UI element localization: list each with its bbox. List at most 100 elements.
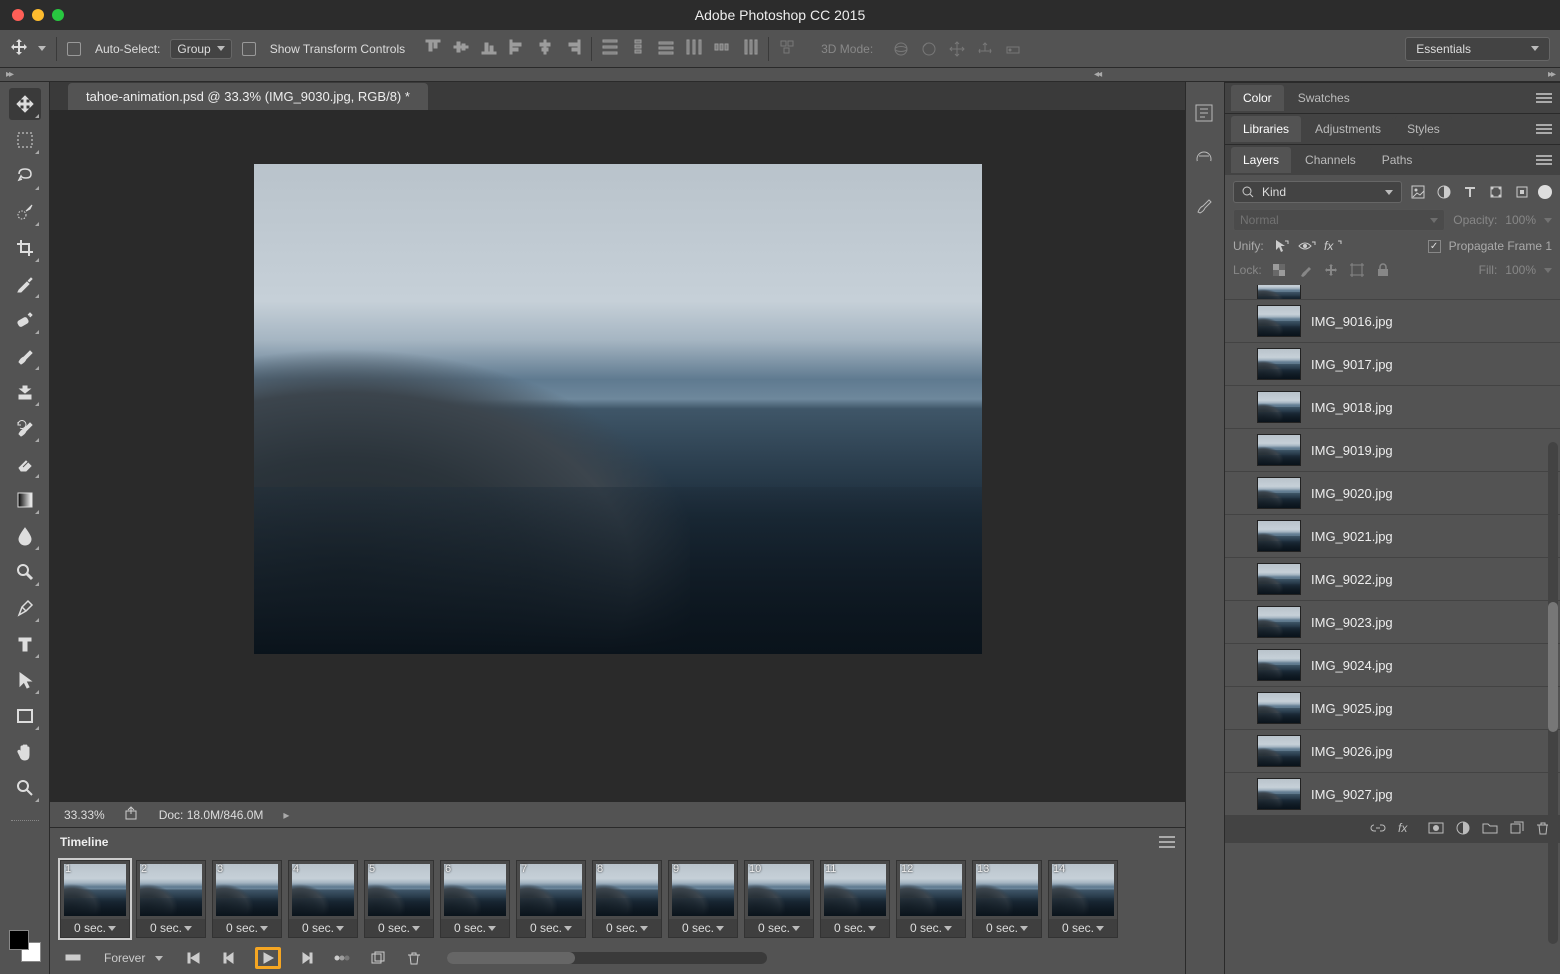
layer-row[interactable]: IMG_9024.jpg [1225, 644, 1560, 686]
animation-frame[interactable]: 2 0 sec. [136, 860, 206, 938]
link-layers-icon[interactable] [1370, 821, 1386, 838]
visibility-toggle[interactable] [1231, 399, 1247, 415]
lock-artboard-icon[interactable] [1348, 261, 1366, 279]
fill-value[interactable]: 100% [1505, 263, 1536, 277]
clone-stamp-tool[interactable] [9, 376, 41, 408]
align-bottom-icon[interactable] [479, 37, 499, 57]
lasso-tool[interactable] [9, 160, 41, 192]
collapse-arrow-right-icon[interactable]: ▸▸ [1542, 69, 1560, 80]
3d-slide-icon[interactable] [975, 39, 995, 59]
unify-style-icon[interactable]: fx [1324, 237, 1342, 255]
frame-delay[interactable]: 0 sec. [897, 919, 965, 937]
layer-name[interactable]: IMG_9027.jpg [1311, 787, 1393, 802]
layer-row[interactable]: IMG_9025.jpg [1225, 687, 1560, 729]
layer-filter-dropdown[interactable]: Kind [1233, 181, 1402, 203]
document-info[interactable]: Doc: 18.0M/846.0M [159, 808, 264, 822]
animation-frame[interactable]: 12 0 sec. [896, 860, 966, 938]
gradient-tool[interactable] [9, 484, 41, 516]
auto-select-target-dropdown[interactable]: Group [170, 39, 231, 59]
visibility-toggle[interactable] [1231, 571, 1247, 587]
play-button[interactable] [255, 947, 281, 969]
filter-pixel-icon[interactable] [1408, 182, 1428, 202]
align-top-icon[interactable] [423, 37, 443, 57]
frame-delay[interactable]: 0 sec. [441, 919, 509, 937]
animation-frame[interactable]: 7 0 sec. [516, 860, 586, 938]
frame-delay[interactable]: 0 sec. [213, 919, 281, 937]
frame-delay[interactable]: 0 sec. [365, 919, 433, 937]
auto-align-icon[interactable] [777, 37, 797, 57]
layer-name[interactable]: IMG_9025.jpg [1311, 701, 1393, 716]
panel-menu-icon[interactable] [1536, 124, 1552, 134]
eraser-tool[interactable] [9, 448, 41, 480]
unify-position-icon[interactable] [1272, 237, 1290, 255]
3d-scale-icon[interactable] [1003, 39, 1023, 59]
auto-select-checkbox[interactable] [67, 42, 81, 56]
tween-button[interactable] [331, 947, 353, 969]
timeline-scrollbar[interactable] [447, 952, 767, 964]
frame-delay[interactable]: 0 sec. [593, 919, 661, 937]
panel-menu-icon[interactable] [1536, 155, 1552, 165]
delete-frame-button[interactable] [403, 947, 425, 969]
frame-delay[interactable]: 0 sec. [973, 919, 1041, 937]
layer-row[interactable]: IMG_9019.jpg [1225, 429, 1560, 471]
layer-style-icon[interactable]: fx [1398, 821, 1416, 838]
animation-frame[interactable]: 3 0 sec. [212, 860, 282, 938]
type-tool[interactable] [9, 628, 41, 660]
collapse-arrow-mid-icon[interactable]: ◂◂ [1088, 69, 1106, 80]
status-flyout-icon[interactable]: ▸ [283, 808, 289, 822]
first-frame-button[interactable] [183, 947, 205, 969]
document-tab[interactable]: tahoe-animation.psd @ 33.3% (IMG_9030.jp… [68, 83, 428, 110]
blur-tool[interactable] [9, 520, 41, 552]
eyedropper-tool[interactable] [9, 268, 41, 300]
animation-frame[interactable]: 14 0 sec. [1048, 860, 1118, 938]
visibility-toggle[interactable] [1231, 657, 1247, 673]
tab-adjustments[interactable]: Adjustments [1303, 116, 1393, 142]
visibility-toggle[interactable] [1231, 528, 1247, 544]
layer-row[interactable]: IMG_9016.jpg [1225, 300, 1560, 342]
previous-frame-button[interactable] [219, 947, 241, 969]
tab-layers[interactable]: Layers [1231, 147, 1291, 173]
lock-pixels-icon[interactable] [1296, 261, 1314, 279]
brush-panel-icon[interactable] [1193, 194, 1217, 218]
layer-name[interactable]: IMG_9024.jpg [1311, 658, 1393, 673]
distribute-vcenter-icon[interactable] [628, 37, 648, 57]
duplicate-frame-button[interactable] [367, 947, 389, 969]
align-left-icon[interactable] [507, 37, 527, 57]
hand-tool[interactable] [9, 736, 41, 768]
share-icon[interactable] [125, 806, 139, 823]
layer-row[interactable]: IMG_9027.jpg [1225, 773, 1560, 815]
tool-preset-dropdown[interactable] [38, 46, 46, 51]
filter-adjustment-icon[interactable] [1434, 182, 1454, 202]
visibility-toggle[interactable] [1231, 786, 1247, 802]
lock-transparency-icon[interactable] [1270, 261, 1288, 279]
visibility-toggle[interactable] [1231, 700, 1247, 716]
tab-swatches[interactable]: Swatches [1286, 85, 1362, 111]
loop-dropdown[interactable]: Forever [98, 949, 169, 967]
layer-name[interactable]: IMG_9017.jpg [1311, 357, 1393, 372]
animation-frame[interactable]: 4 0 sec. [288, 860, 358, 938]
show-transform-checkbox[interactable] [242, 42, 256, 56]
frame-delay[interactable]: 0 sec. [821, 919, 889, 937]
visibility-toggle[interactable] [1231, 442, 1247, 458]
frame-delay[interactable]: 0 sec. [517, 919, 585, 937]
zoom-level[interactable]: 33.33% [64, 808, 105, 822]
layer-row[interactable]: IMG_9026.jpg [1225, 730, 1560, 772]
frame-delay[interactable]: 0 sec. [1049, 919, 1117, 937]
frame-delay[interactable]: 0 sec. [61, 919, 129, 937]
frame-delay[interactable]: 0 sec. [745, 919, 813, 937]
lock-all-icon[interactable] [1374, 261, 1392, 279]
layer-name[interactable]: IMG_9019.jpg [1311, 443, 1393, 458]
frame-delay[interactable]: 0 sec. [669, 919, 737, 937]
rectangle-tool[interactable] [9, 700, 41, 732]
canvas-viewport[interactable] [50, 110, 1185, 801]
foreground-color-swatch[interactable] [9, 930, 29, 950]
layer-mask-icon[interactable] [1428, 821, 1444, 838]
layer-row[interactable]: IMG_9022.jpg [1225, 558, 1560, 600]
properties-panel-icon[interactable] [1193, 148, 1217, 172]
unify-visibility-icon[interactable] [1298, 237, 1316, 255]
move-tool[interactable] [9, 88, 41, 120]
3d-pan-icon[interactable] [947, 39, 967, 59]
tab-channels[interactable]: Channels [1293, 147, 1368, 173]
layer-row[interactable]: IMG_9020.jpg [1225, 472, 1560, 514]
opacity-value[interactable]: 100% [1505, 213, 1536, 227]
